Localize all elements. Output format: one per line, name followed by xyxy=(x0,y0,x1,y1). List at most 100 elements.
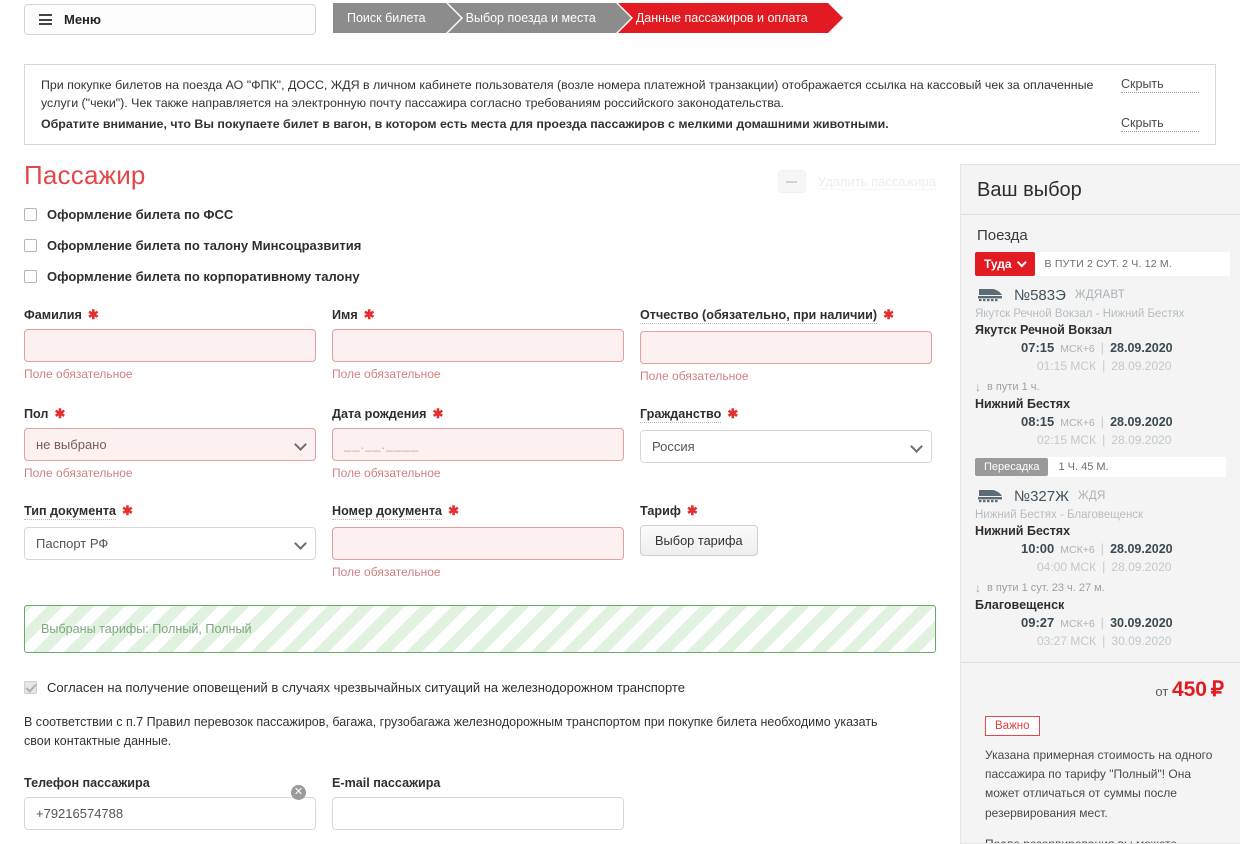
clear-circle-icon[interactable]: ✕ xyxy=(291,784,306,800)
consent-row[interactable]: Согласен на получение оповещений в случа… xyxy=(24,680,936,695)
arrival-time-msk-row: 02:15 МСК | 28.09.2020 xyxy=(975,432,1226,447)
arrival-time: 08:15 xyxy=(1021,414,1055,429)
field-email: E-mail пассажира xyxy=(332,776,624,830)
departure-time-msk-row: 01:15 МСК | 28.09.2020 xyxy=(975,358,1226,373)
departure-time: 07:15 xyxy=(1021,340,1055,355)
checkbox-row-corporate[interactable]: Оформление билета по корпоративному тало… xyxy=(24,269,936,284)
email-input[interactable] xyxy=(332,796,624,830)
field-doctype-label: Тип документа ✱ xyxy=(24,504,316,520)
doctype-select[interactable]: Паспорт РФ xyxy=(24,527,316,560)
birthdate-input[interactable] xyxy=(332,428,624,461)
train-carrier: ЖДЯАВТ xyxy=(1074,289,1126,301)
breadcrumb-step-3[interactable]: Данные пассажиров и оплата xyxy=(617,3,843,33)
gender-select-wrap: не выбрано xyxy=(24,428,316,461)
checkbox-emergency-notifications[interactable] xyxy=(24,681,37,694)
arrival-date: 30.09.2020 xyxy=(1110,616,1173,630)
departure-time-msk: 01:15 МСК xyxy=(1037,359,1097,373)
transfer-badge: Пересадка xyxy=(975,458,1049,476)
menu-button[interactable]: Меню xyxy=(24,4,316,35)
phone-input[interactable] xyxy=(24,796,316,830)
separator: | xyxy=(1102,559,1106,574)
form-row-names: Фамилия ✱ Поле обязательное Имя ✱ Поле о… xyxy=(24,308,936,383)
required-asterisk-icon: ✱ xyxy=(363,307,375,322)
checkbox-minsoc-label: Оформление билета по талону Минсоцразвит… xyxy=(47,238,362,253)
required-asterisk-icon: ✱ xyxy=(448,503,459,518)
arrival-timezone: МСК+6 xyxy=(1060,618,1095,630)
train-route: Якутск Речной Вокзал - Нижний Бестях xyxy=(975,308,1185,320)
train-icon xyxy=(978,289,1002,302)
field-surname-label-text: Фамилия xyxy=(24,308,82,322)
consent-label: Согласен на получение оповещений в случа… xyxy=(47,680,685,695)
birthdate-error: Поле обязательное xyxy=(332,466,441,480)
docnumber-input[interactable] xyxy=(332,527,624,560)
transfer-duration: 1 Ч. 45 М. xyxy=(1048,457,1226,477)
checkbox-corporate[interactable] xyxy=(24,270,37,283)
departure-date-msk: 28.09.2020 xyxy=(1111,560,1172,574)
segment-duration-row: ↓ в пути 1 ч. xyxy=(975,380,1226,394)
separator: | xyxy=(1100,615,1105,630)
important-note: Важно Указана примерная стоимость на одн… xyxy=(985,716,1224,843)
breadcrumb-step-1[interactable]: Поиск билета xyxy=(333,3,461,33)
departure-station: Нижний Бестях xyxy=(975,524,1071,538)
important-badge: Важно xyxy=(985,716,1040,736)
field-doctype-label-text: Тип документа xyxy=(24,504,116,520)
arrow-down-icon: ↓ xyxy=(975,380,981,394)
arrival-time: 09:27 xyxy=(1021,615,1055,630)
price-value: 450 xyxy=(1171,678,1207,701)
arrival-date-msk: 30.09.2020 xyxy=(1111,634,1172,648)
patronymic-input[interactable] xyxy=(640,331,932,364)
notice-hide-link-1[interactable]: Скрыть xyxy=(1121,77,1199,93)
breadcrumb-step-2[interactable]: Выбор поезда и места xyxy=(447,3,632,33)
field-surname: Фамилия ✱ Поле обязательное xyxy=(24,308,316,383)
citizenship-select[interactable]: Россия xyxy=(640,430,932,463)
field-docnumber: Номер документа ✱ Поле обязательное xyxy=(332,504,624,579)
select-tariff-button[interactable]: Выбор тарифа xyxy=(640,525,758,556)
required-asterisk-icon: ✱ xyxy=(883,307,894,322)
arrival-timezone: МСК+6 xyxy=(1060,417,1095,429)
arrival-time-row: 09:27 МСК+6 | 30.09.2020 xyxy=(975,615,1226,630)
departure-time-row: 10:00 МСК+6 | 28.09.2020 xyxy=(975,541,1226,556)
checkbox-fss[interactable] xyxy=(24,208,37,221)
train-segment-1-header: №583Э ЖДЯАВТ xyxy=(975,286,1226,304)
checkbox-corporate-label: Оформление билета по корпоративному тало… xyxy=(47,269,360,284)
hamburger-icon xyxy=(39,14,52,25)
arrival-time-row: 08:15 МСК+6 | 28.09.2020 xyxy=(975,414,1226,429)
field-tariff-label: Тариф ✱ xyxy=(640,504,932,518)
direction-badge[interactable]: Туда xyxy=(975,252,1035,276)
arrival-station: Благовещенск xyxy=(975,598,1065,612)
segment-duration: в пути 1 сут. 23 ч. 27 м. xyxy=(987,582,1105,594)
name-input[interactable] xyxy=(332,329,624,362)
surname-error: Поле обязательное xyxy=(24,367,133,381)
remove-passenger-button[interactable]: Удалить пассажира xyxy=(777,170,936,193)
required-asterisk-icon: ✱ xyxy=(87,307,99,322)
gender-select[interactable]: не выбрано xyxy=(24,428,316,461)
train-route: Нижний Бестях - Благовещенск xyxy=(975,509,1144,521)
notice-hide-link-2[interactable]: Скрыть xyxy=(1121,116,1199,132)
field-name-label: Имя ✱ xyxy=(332,308,624,322)
arrival-time-msk-row: 03:27 МСК | 30.09.2020 xyxy=(975,633,1226,648)
field-name-label-text: Имя xyxy=(332,308,358,322)
form-row-personal: Пол ✱ не выбрано Поле обязательное Дата … xyxy=(24,407,936,480)
field-patronymic-label: Отчество (обязательно, при наличии) ✱ xyxy=(640,308,932,324)
departure-timezone: МСК+6 xyxy=(1060,343,1095,355)
departure-time-msk: 04:00 МСК xyxy=(1037,560,1097,574)
departure-date: 28.09.2020 xyxy=(1110,542,1173,556)
checkbox-row-fss[interactable]: Оформление билета по ФСС xyxy=(24,207,936,222)
checkbox-row-minsoc[interactable]: Оформление билета по талону Минсоцразвит… xyxy=(24,238,936,253)
breadcrumb-step-2-label: Выбор поезда и места xyxy=(465,11,596,25)
field-doctype: Тип документа ✱ Паспорт РФ xyxy=(24,504,316,579)
breadcrumb-step-3-label: Данные пассажиров и оплата xyxy=(635,11,808,25)
departure-date-msk: 28.09.2020 xyxy=(1111,359,1172,373)
arrival-time-msk: 03:27 МСК xyxy=(1037,634,1097,648)
train-number: №583Э xyxy=(1014,286,1066,304)
field-citizenship-label: Гражданство ✱ xyxy=(640,407,932,423)
field-birthdate-label: Дата рождения ✱ xyxy=(332,407,624,421)
field-surname-label: Фамилия ✱ xyxy=(24,308,316,322)
field-citizenship-label-text: Гражданство xyxy=(640,407,722,423)
departure-timezone: МСК+6 xyxy=(1060,544,1095,556)
breadcrumb: Поиск билета Выбор поезда и места Данные… xyxy=(333,3,843,33)
doctype-select-wrap: Паспорт РФ xyxy=(24,527,316,560)
arrow-down-icon: ↓ xyxy=(975,581,981,595)
checkbox-minsoc[interactable] xyxy=(24,239,37,252)
surname-input[interactable] xyxy=(24,329,316,362)
